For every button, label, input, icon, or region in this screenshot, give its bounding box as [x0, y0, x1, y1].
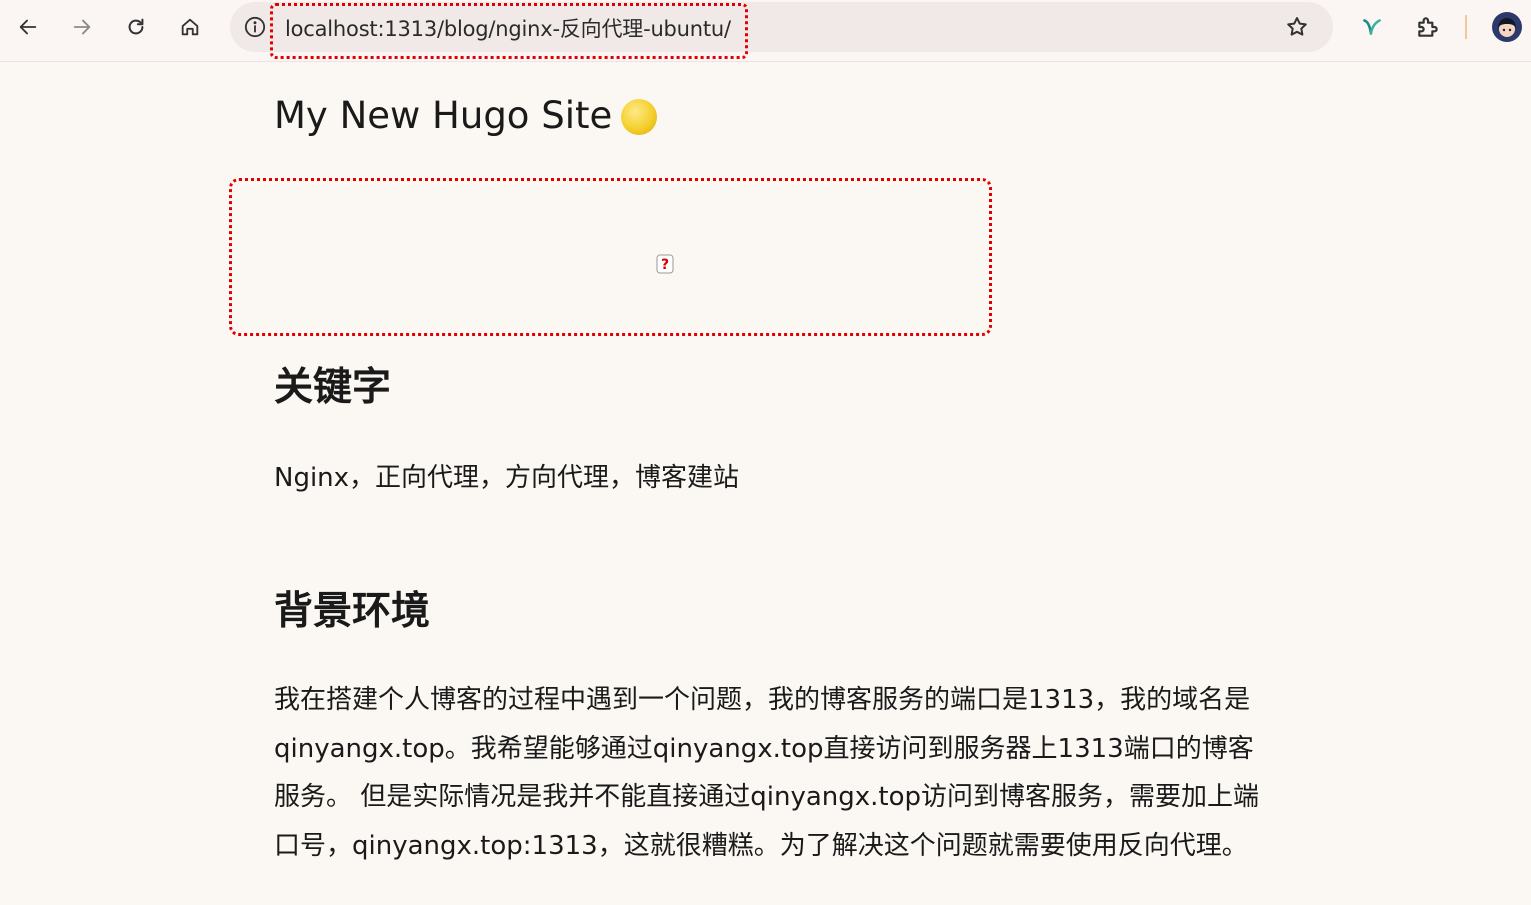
toolbar-divider — [1465, 15, 1467, 39]
forward-arrow-icon — [73, 19, 91, 35]
extensions-button[interactable] — [1411, 10, 1445, 44]
broken-image-icon: ? — [656, 254, 674, 274]
moon-theme-toggle-icon[interactable] — [621, 99, 657, 135]
puzzle-icon — [1418, 17, 1438, 37]
forward-button[interactable] — [63, 8, 101, 46]
paragraph-line: 服务。 但是实际情况是我并不能直接通过qinyangx.top访问到博客服务，需… — [274, 782, 1260, 812]
broken-image-placeholder: ? — [229, 178, 992, 336]
leaf-extension-button[interactable] — [1355, 10, 1389, 44]
star-icon[interactable] — [1285, 15, 1309, 39]
paragraph-line: qinyangx.top。我希望能够通过qinyangx.top直接访问到服务器… — [274, 733, 1254, 764]
reload-icon — [128, 18, 144, 35]
info-icon[interactable] — [244, 16, 266, 38]
paragraph-line: 我在搭建个人博客的过程中遇到一个问题，我的博客服务的端口是1313，我的域名是 — [274, 685, 1251, 715]
keywords-text: Nginx，正向代理，方向代理，博客建站 — [274, 463, 740, 493]
home-icon — [181, 18, 199, 36]
reload-button[interactable] — [117, 8, 155, 46]
back-arrow-icon — [19, 19, 37, 35]
section-heading-keywords: 关键字 — [274, 365, 392, 410]
back-button[interactable] — [9, 8, 47, 46]
paragraph-line: 口号，qinyangx.top:1313，这就很糟糕。为了解决这个问题就需要使用… — [274, 830, 1248, 861]
home-button[interactable] — [171, 8, 209, 46]
browser-toolbar: localhost:1313/blog/nginx-反向代理-ubuntu/ — [0, 0, 1531, 62]
site-title[interactable]: My New Hugo Site — [274, 94, 612, 137]
svg-text:?: ? — [661, 257, 669, 273]
avatar-icon[interactable] — [1492, 12, 1522, 42]
background-paragraph: 我在搭建个人博客的过程中遇到一个问题，我的博客服务的端口是1313，我的域名是 … — [274, 676, 1304, 870]
section-heading-background: 背景环境 — [274, 589, 431, 634]
leaf-extension-icon — [1363, 19, 1381, 35]
url-highlight-box — [270, 3, 748, 59]
